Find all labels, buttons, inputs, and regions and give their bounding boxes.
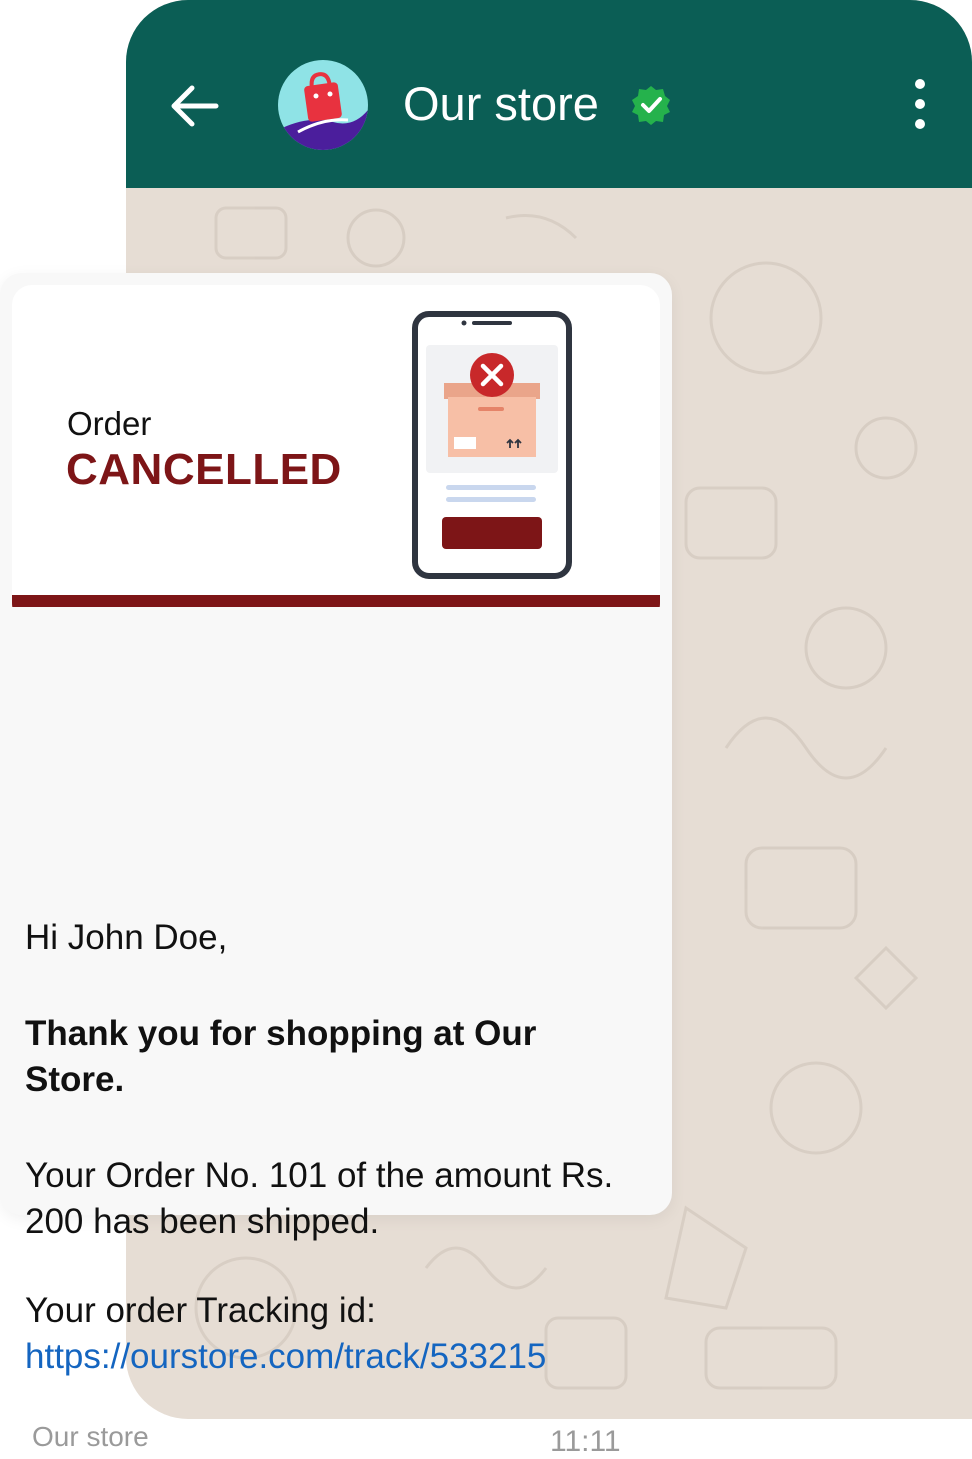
chat-title[interactable]: Our store — [403, 74, 599, 134]
verified-badge-icon — [632, 86, 670, 125]
message-bubble: Order CANCELLED Hi John Doe, Thank you f… — [0, 273, 672, 1458]
chat-header: Our store — [126, 0, 972, 188]
tracking-link[interactable]: https://ourstore.com/track/533215 — [25, 1337, 546, 1376]
tracking-label: Your order Tracking id: — [25, 1291, 376, 1330]
tracking-block: Your order Tracking id: https://ourstore… — [25, 1288, 645, 1380]
back-arrow-icon[interactable] — [166, 78, 222, 134]
banner-order-label: Order — [67, 405, 152, 442]
banner-accent-bar — [12, 595, 660, 607]
sender-name: Our store — [32, 1421, 149, 1452]
order-status-text: Your Order No. 101 of the amount Rs. 200… — [25, 1156, 614, 1241]
store-avatar[interactable] — [278, 60, 368, 150]
more-vertical-icon[interactable] — [902, 76, 938, 132]
phone-cancelled-box-icon — [412, 311, 572, 579]
shopping-bag-icon — [278, 72, 368, 150]
thanks-text: Thank you for shopping at Our Store. — [25, 1014, 537, 1099]
greeting-text: Hi John Doe, — [25, 918, 228, 957]
banner-cancelled-label: CANCELLED — [66, 445, 342, 494]
order-cancelled-banner: Order CANCELLED — [12, 285, 660, 607]
message-time: 11:11 — [550, 1425, 621, 1458]
